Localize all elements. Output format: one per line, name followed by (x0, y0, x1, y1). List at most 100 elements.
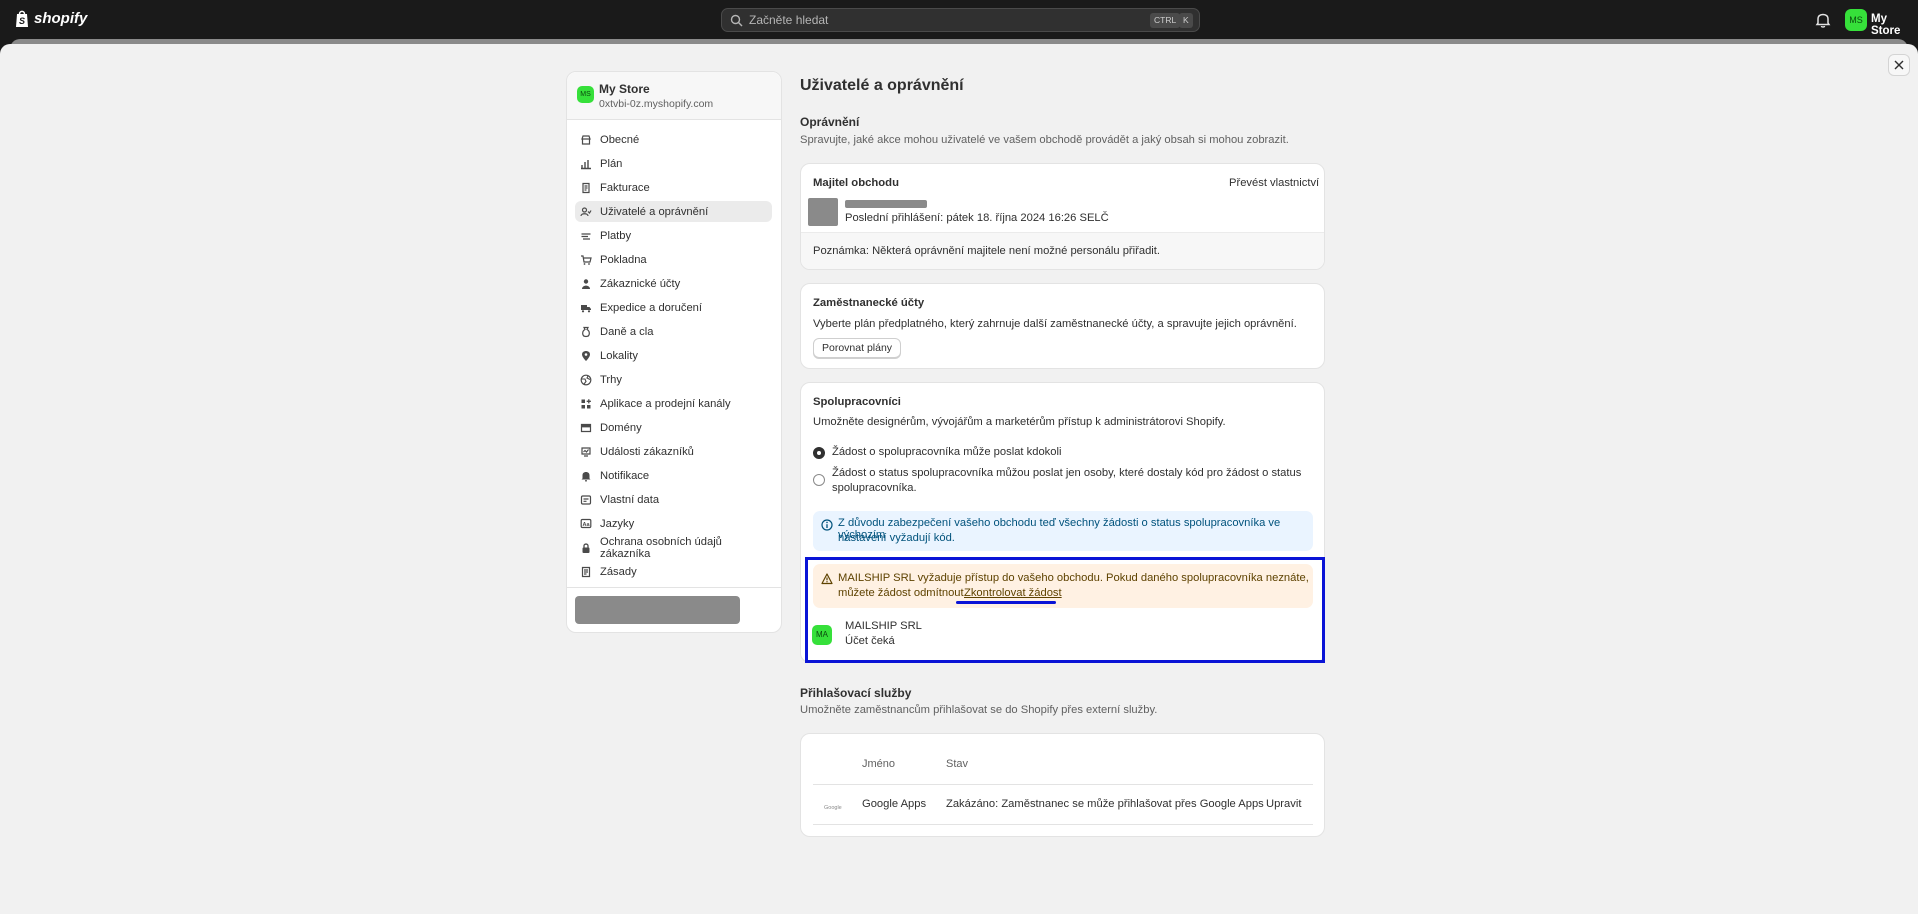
store-avatar[interactable]: MS (1845, 9, 1867, 31)
person-icon (582, 278, 590, 289)
search-bar[interactable]: Začněte hledat CTRL K (721, 8, 1200, 32)
collab-option-code-radio[interactable] (813, 474, 825, 486)
sidebar-item-label: Notifikace (600, 469, 650, 482)
sidebar-item-6[interactable]: Pokladna (575, 249, 772, 270)
permissions-description: Spravujte, jaké akce mohou uživatelé ve … (800, 134, 1289, 146)
shopify-logo[interactable]: S shopify (14, 9, 87, 28)
close-icon (1894, 60, 1904, 70)
sidebar-item-label: Vlastní data (600, 493, 660, 506)
login-services-description: Umožněte zaměstnancům přihlašovat se do … (800, 704, 1158, 716)
domain-icon (580, 423, 592, 432)
owner-name-redacted (845, 200, 927, 208)
sidebar-divider (567, 587, 781, 588)
sidebar-item-8[interactable]: Expedice a doručení (575, 297, 772, 318)
top-bar: S shopify Začněte hledat CTRL K MS My St… (0, 0, 1918, 40)
sidebar-item-label: Trhy (600, 373, 622, 386)
sidebar-item-7[interactable]: Zákaznické účty (575, 273, 772, 294)
sidebar-item-3[interactable]: Fakturace (575, 177, 772, 198)
sidebar-item-label: Obecné (600, 133, 640, 146)
lock-icon (582, 542, 590, 553)
payments-icon (581, 232, 591, 240)
collab-option-code-label-line2[interactable]: spolupracovníka. (832, 482, 917, 494)
cart-icon (581, 254, 592, 265)
sidebar-item-label: Události zákazníků (600, 445, 694, 458)
page-title: Uživatelé a oprávnění (800, 77, 964, 94)
globe-icon (580, 374, 592, 385)
sidebar-item-11[interactable]: Trhy (575, 369, 772, 390)
apps-icon (581, 398, 591, 408)
shopify-bag-icon: S (16, 10, 28, 27)
sidebar-item-1[interactable]: Obecné (575, 129, 772, 150)
users-icon (580, 206, 592, 216)
shortcut-k: K (1179, 13, 1193, 28)
sidebar-item-label: Lokality (600, 349, 638, 362)
sidebar-item-label: Pokladna (600, 253, 647, 266)
service-name: Google Apps (862, 798, 927, 810)
chart-icon (581, 159, 591, 169)
collaborators-description: Umožněte designérům, vývojářům a marketé… (813, 416, 1226, 428)
sidebar-item-label: Zákaznické účty (600, 277, 681, 290)
notifications-bell-icon[interactable] (1814, 11, 1832, 29)
security-info-banner: Z důvodu zabezpečení vašeho obchodu teď … (813, 511, 1313, 551)
close-settings-button[interactable] (1888, 54, 1910, 76)
sidebar-item-label: Jazyky (600, 517, 635, 530)
sidebar-item-label: Platby (600, 229, 632, 242)
owner-avatar (808, 198, 838, 226)
search-icon (730, 14, 743, 26)
collab-option-code-label-line1[interactable]: Žádost o status spolupracovníka můžou po… (832, 467, 1301, 479)
edit-service-link[interactable]: Upravit (1266, 798, 1301, 810)
sidebar-item-18[interactable]: Ochrana osobních údajů zákazníka (575, 536, 772, 560)
svg-text:S: S (19, 16, 25, 26)
owner-last-login: Poslední přihlášení: pátek 18. října 202… (845, 212, 1109, 224)
collab-option-anyone-radio[interactable] (813, 447, 825, 459)
owner-note-area: Poznámka: Některá oprávnění majitele nen… (801, 232, 1324, 269)
sidebar-store-avatar: MS (577, 86, 594, 103)
sidebar-item-label: Domény (600, 421, 642, 434)
info-icon (821, 519, 833, 531)
sidebar-redacted-button[interactable] (575, 596, 740, 624)
sidebar-item-19[interactable]: Zásady (575, 561, 772, 582)
sidebar-item-5[interactable]: Platby (575, 225, 772, 246)
sidebar-item-label: Plán (600, 157, 623, 170)
truck-icon (581, 304, 591, 312)
sidebar-item-label: Aplikace a prodejní kanály (600, 397, 731, 410)
sidebar-item-2[interactable]: Plán (575, 153, 772, 174)
sidebar-item-label: Uživatelé a oprávnění (600, 205, 709, 218)
search-placeholder: Začněte hledat (749, 13, 829, 27)
col-header-status: Stav (946, 758, 969, 770)
sidebar-item-10[interactable]: Lokality (575, 345, 772, 366)
staff-accounts-card: Zaměstnanecké účty Vyberte plán předplat… (800, 283, 1325, 369)
login-services-card: Jméno Stav Google Google Apps Zakázáno: … (800, 733, 1325, 837)
receipt-icon (582, 182, 590, 193)
sidebar-item-16[interactable]: Vlastní data (575, 489, 772, 510)
google-logo-icon: Google (824, 805, 842, 811)
sidebar-item-4[interactable]: Uživatelé a oprávnění (575, 201, 772, 222)
owner-note: Poznámka: Některá oprávnění majitele nen… (813, 245, 1160, 257)
policy-icon (581, 566, 591, 577)
store-owner-card: Majitel obchodu Převést vlastnictví Posl… (800, 163, 1325, 270)
table-header-divider (813, 784, 1313, 785)
sidebar-item-label: Expedice a doručení (600, 301, 702, 314)
transfer-ownership-link[interactable]: Převést vlastnictví (1229, 177, 1319, 189)
sidebar-item-label: Daně a cla (600, 325, 654, 338)
sidebar-item-label: Fakturace (600, 181, 650, 194)
sidebar-item-15[interactable]: Notifikace (575, 465, 772, 486)
sidebar-item-label: Zásady (600, 565, 637, 578)
table-bottom-divider (813, 824, 1313, 825)
sidebar-item-17[interactable]: Aa Jazyky (575, 513, 772, 534)
sidebar-item-9[interactable]: Daně a cla (575, 321, 772, 342)
sidebar-item-13[interactable]: Domény (575, 417, 772, 438)
sidebar-store-domain: 0xtvbi-0z.myshopify.com (599, 98, 714, 110)
service-status: Zakázáno: Zaměstnanec se může přihlašova… (946, 798, 1264, 810)
compare-plans-button[interactable]: Porovnat plány (813, 338, 902, 358)
staff-card-text: Vyberte plán předplatného, který zahrnuj… (813, 318, 1297, 330)
store-icon (581, 134, 591, 145)
permissions-heading: Oprávnění (800, 115, 860, 129)
store-menu-name[interactable]: My Store (1871, 13, 1918, 37)
highlight-annotation-underline (956, 601, 1056, 604)
events-icon (581, 446, 591, 457)
collab-option-anyone-label[interactable]: Žádost o spolupracovníka může poslat kdo… (832, 446, 1061, 458)
sidebar-item-12[interactable]: Aplikace a prodejní kanály (575, 393, 772, 414)
sidebar-item-14[interactable]: Události zákazníků (575, 441, 772, 462)
location-icon (582, 350, 590, 361)
